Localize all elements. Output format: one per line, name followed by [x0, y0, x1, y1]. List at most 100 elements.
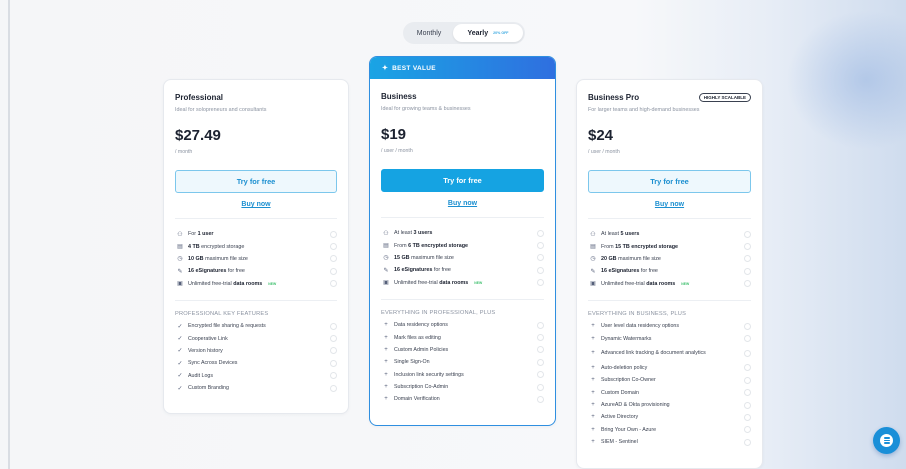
info-icon[interactable]	[744, 243, 751, 251]
info-icon[interactable]	[744, 389, 751, 397]
info-icon[interactable]	[537, 334, 544, 342]
info-icon[interactable]	[537, 242, 544, 250]
divider	[381, 298, 544, 300]
buy-now-link[interactable]: Buy now	[175, 201, 337, 208]
list-item: + Bring Your Own - Azure	[588, 424, 751, 436]
storage-icon: ▤	[383, 243, 389, 250]
buy-now-link[interactable]: Buy now	[381, 200, 544, 207]
feature-highlight: data rooms	[439, 279, 469, 286]
info-icon[interactable]	[537, 279, 544, 287]
feature-highlight: data rooms	[233, 280, 263, 287]
info-icon[interactable]	[330, 347, 337, 355]
list-item-label: Active Directory	[601, 414, 639, 421]
user-icon: ⚇	[177, 231, 183, 238]
info-icon[interactable]	[537, 383, 544, 391]
feature-highlight: data rooms	[646, 280, 676, 287]
info-icon[interactable]	[330, 384, 337, 392]
info-icon[interactable]	[744, 364, 751, 372]
toggle-yearly[interactable]: Yearly 20% OFF	[453, 24, 523, 42]
info-icon[interactable]	[744, 267, 751, 275]
info-icon[interactable]	[330, 280, 337, 288]
plus-icon: +	[591, 426, 595, 433]
info-icon[interactable]	[744, 255, 751, 263]
plus-icon: +	[591, 323, 595, 330]
info-icon[interactable]	[537, 358, 544, 366]
info-icon[interactable]	[744, 426, 751, 434]
data-room-icon: ▣	[590, 281, 596, 288]
plus-icon: +	[384, 322, 388, 329]
list-item-label: Custom Domain	[601, 389, 639, 396]
info-icon[interactable]	[744, 376, 751, 384]
plus-icon: +	[384, 359, 388, 366]
feature-row: ⚇ At least 3 users	[381, 227, 544, 239]
plan-description: Ideal for solopreneurs and consultants	[175, 107, 267, 113]
info-icon[interactable]	[744, 335, 751, 343]
list-item-label: Advanced link tracking & document analyt…	[601, 350, 706, 357]
info-icon[interactable]	[744, 413, 751, 421]
list-item-label: AzureAD & Okta provisioning	[601, 402, 670, 409]
feature-text: At least 3 users	[394, 230, 537, 236]
info-icon[interactable]	[537, 395, 544, 403]
feature-row: ▣ Unlimited free-trial data rooms NEW	[588, 278, 751, 290]
feature-highlight: 16 eSignatures	[601, 268, 640, 275]
list-item: + Subscription Co-Owner	[588, 374, 751, 386]
info-icon[interactable]	[744, 280, 751, 288]
info-icon[interactable]	[744, 230, 751, 238]
list-item-label: SIEM - Sentinel	[601, 439, 638, 446]
chat-support-button[interactable]	[873, 427, 900, 454]
feature-text: 4 TB encrypted storage	[188, 244, 330, 250]
plan-card-professional: Professional Ideal for solopreneurs and …	[163, 79, 349, 414]
info-icon[interactable]	[744, 349, 751, 357]
users-icon: ⚇	[590, 231, 596, 238]
info-icon[interactable]	[744, 401, 751, 409]
info-icon[interactable]	[330, 322, 337, 330]
info-icon[interactable]	[537, 254, 544, 262]
feature-suffix: maximum file size	[203, 255, 248, 262]
try-for-free-button[interactable]: Try for free	[588, 170, 751, 193]
feature-prefix: From	[601, 243, 616, 250]
check-icon: ✓	[177, 348, 183, 355]
info-icon[interactable]	[330, 255, 337, 263]
best-value-label: BEST VALUE	[392, 64, 436, 72]
feature-highlight: 10 GB	[188, 255, 204, 262]
info-icon[interactable]	[744, 322, 751, 330]
list-item-label: Bring Your Own - Azure	[601, 426, 657, 433]
feature-row: ▤ From 15 TB encrypted storage	[588, 240, 751, 252]
divider	[381, 217, 544, 218]
feature-prefix: At least	[601, 231, 621, 238]
list-item: + Auto-deletion policy	[588, 362, 751, 374]
toggle-monthly[interactable]: Monthly	[405, 24, 453, 42]
info-icon[interactable]	[537, 346, 544, 354]
feature-text: 16 eSignatures for free	[394, 267, 537, 273]
plus-icon: +	[591, 389, 595, 396]
feature-row: ⚇ For 1 user	[175, 228, 337, 240]
list-item-label: Cooperative Link	[188, 335, 228, 342]
info-icon[interactable]	[537, 266, 544, 274]
billing-toggle[interactable]: Monthly Yearly 20% OFF	[403, 22, 525, 44]
feature-text: For 1 user	[188, 231, 330, 237]
info-icon[interactable]	[330, 230, 337, 238]
try-for-free-button[interactable]: Try for free	[175, 170, 337, 193]
info-icon[interactable]	[330, 267, 337, 275]
feature-row: ◷ 20 GB maximum file size	[588, 253, 751, 265]
feature-prefix: Unlimited free-trial	[394, 279, 440, 286]
storage-icon: ▤	[177, 244, 183, 251]
list-item-label: Data residency options	[394, 322, 448, 329]
info-icon[interactable]	[537, 321, 544, 329]
plan-price: $27.49	[175, 127, 221, 144]
list-item: + Domain Verification	[381, 393, 544, 405]
info-icon[interactable]	[330, 359, 337, 367]
buy-now-link[interactable]: Buy now	[588, 201, 751, 208]
feature-text: Unlimited free-trial data rooms NEW	[394, 280, 537, 286]
info-icon[interactable]	[330, 372, 337, 380]
feature-highlight: 3 users	[413, 230, 433, 237]
feature-row: ▤ 4 TB encrypted storage	[175, 240, 337, 252]
plan-period: / user / month	[588, 149, 620, 155]
info-icon[interactable]	[330, 243, 337, 251]
info-icon[interactable]	[330, 335, 337, 343]
list-item: + Custom Domain	[588, 387, 751, 399]
info-icon[interactable]	[537, 229, 544, 237]
info-icon[interactable]	[744, 438, 751, 446]
info-icon[interactable]	[537, 371, 544, 379]
try-for-free-button[interactable]: Try for free	[381, 169, 544, 192]
